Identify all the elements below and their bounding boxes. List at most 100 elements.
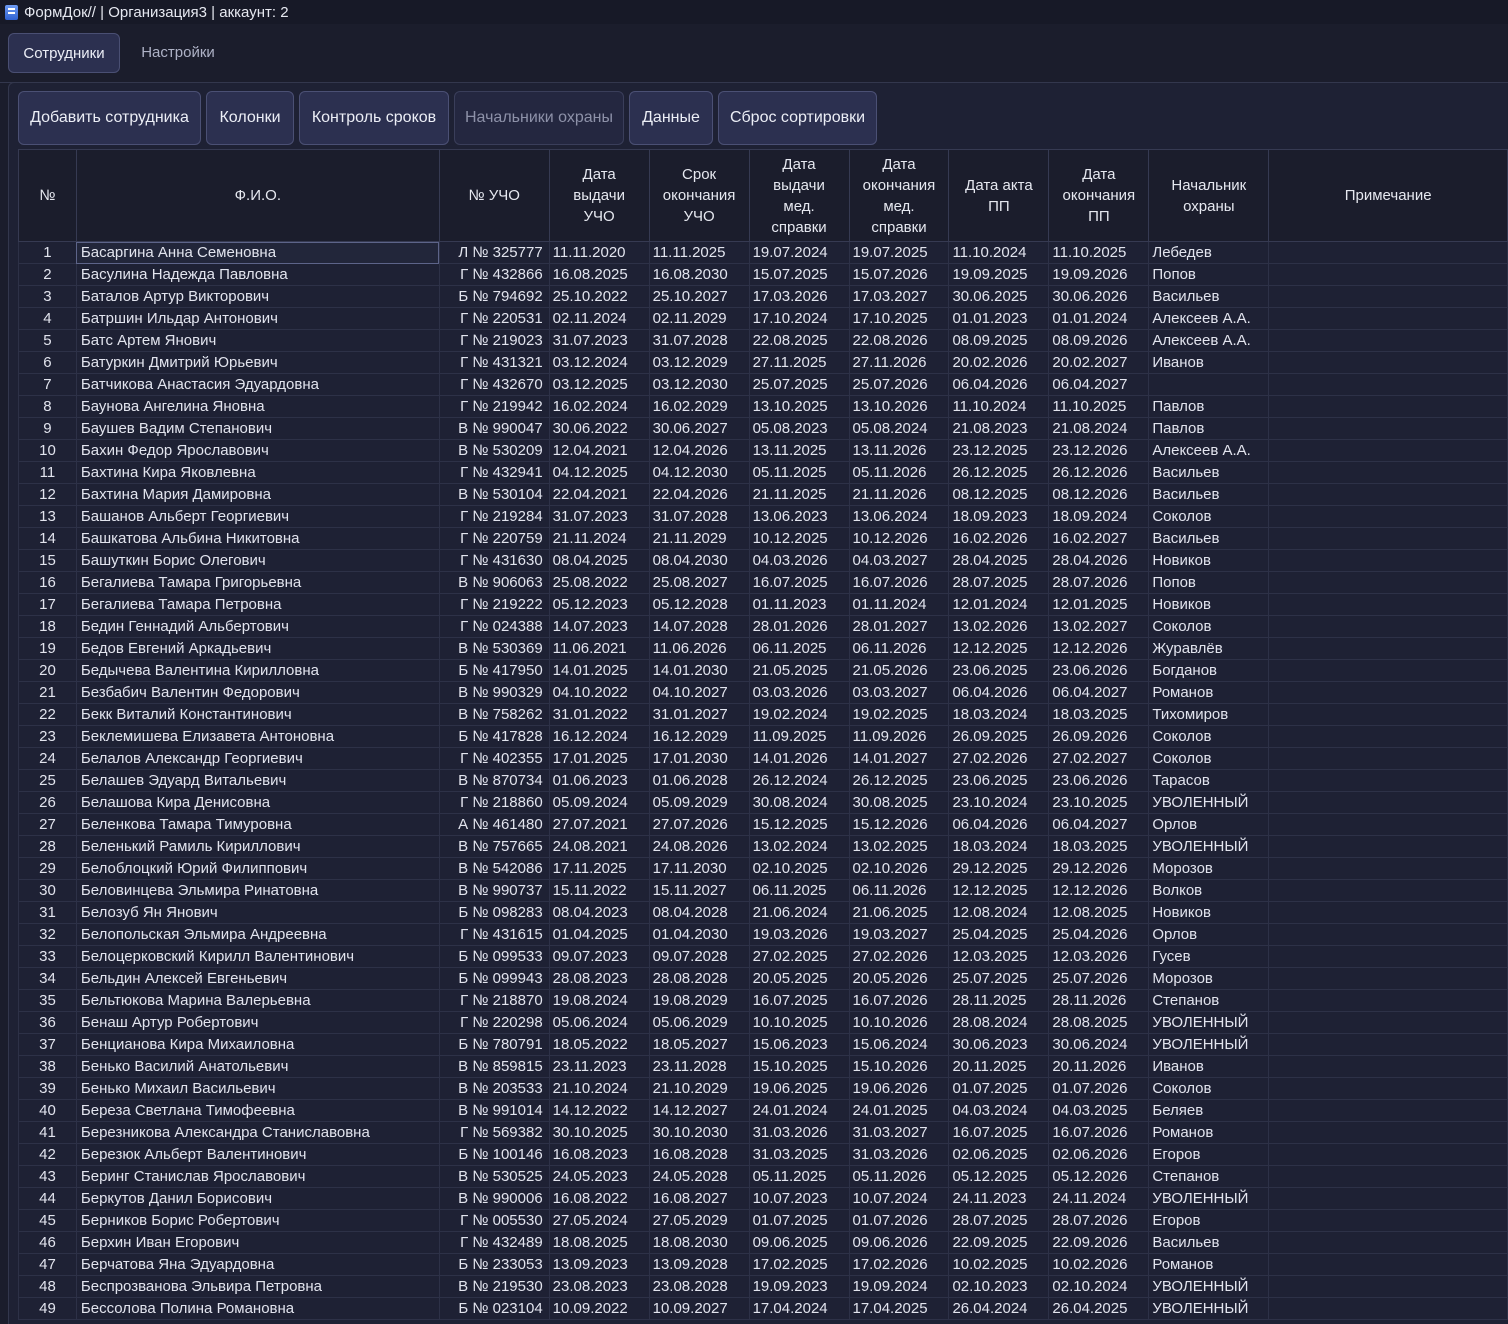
- cell-pp-expiry[interactable]: 13.02.2027: [1048, 615, 1150, 638]
- cell-med-issue-date[interactable]: 15.10.2025: [748, 1055, 850, 1078]
- cell-number[interactable]: 34: [18, 967, 77, 990]
- cell-med-expiry[interactable]: 05.11.2026: [848, 461, 950, 484]
- cell-full-name[interactable]: Бенько Василий Анатольевич: [75, 1055, 440, 1078]
- cell-full-name[interactable]: Бедин Геннадий Альбертович: [75, 615, 440, 638]
- cell-ucho-issue-date[interactable]: 27.05.2024: [548, 1209, 650, 1232]
- cell-security-chief[interactable]: Соколов: [1148, 505, 1270, 528]
- cell-number[interactable]: 22: [18, 703, 77, 726]
- cell-full-name[interactable]: Берхин Иван Егорович: [75, 1231, 440, 1254]
- cell-note[interactable]: [1268, 725, 1508, 748]
- cell-ucho-issue-date[interactable]: 14.07.2023: [548, 615, 650, 638]
- cell-ucho-number[interactable]: Г № 432941: [438, 461, 550, 484]
- cell-number[interactable]: 8: [18, 395, 77, 418]
- cell-ucho-issue-date[interactable]: 17.01.2025: [548, 747, 650, 770]
- cell-ucho-expiry[interactable]: 14.07.2028: [648, 615, 750, 638]
- table-row[interactable]: 22 Бекк Виталий Константинович В № 758262 3…: [18, 703, 1508, 726]
- cell-med-issue-date[interactable]: 17.04.2024: [748, 1297, 850, 1320]
- cell-med-issue-date[interactable]: 16.07.2025: [748, 571, 850, 594]
- cell-note[interactable]: [1268, 1297, 1508, 1320]
- cell-number[interactable]: 9: [18, 417, 77, 440]
- cell-number[interactable]: 46: [18, 1231, 77, 1254]
- cell-ucho-number[interactable]: Б № 099533: [438, 945, 550, 968]
- cell-pp-act-date[interactable]: 26.12.2025: [948, 461, 1050, 484]
- cell-med-expiry[interactable]: 06.11.2026: [848, 637, 950, 660]
- cell-ucho-expiry[interactable]: 10.09.2027: [648, 1297, 750, 1320]
- cell-med-issue-date[interactable]: 11.09.2025: [748, 725, 850, 748]
- cell-pp-expiry[interactable]: 23.06.2026: [1048, 769, 1150, 792]
- cell-security-chief[interactable]: Попов: [1148, 263, 1270, 286]
- cell-note[interactable]: [1268, 813, 1508, 836]
- cell-pp-act-date[interactable]: 18.03.2024: [948, 703, 1050, 726]
- table-row[interactable]: 1 Басаргина Анна Семеновна Л № 325777 11.11…: [18, 241, 1508, 264]
- cell-full-name[interactable]: Беловинцева Эльмира Ринатовна: [75, 879, 440, 902]
- cell-med-issue-date[interactable]: 13.06.2023: [748, 505, 850, 528]
- cell-ucho-issue-date[interactable]: 15.11.2022: [548, 879, 650, 902]
- table-row[interactable]: 37 Бенцианова Кира Михаиловна Б № 780791 18…: [18, 1033, 1508, 1056]
- cell-number[interactable]: 21: [18, 681, 77, 704]
- cell-ucho-issue-date[interactable]: 22.04.2021: [548, 483, 650, 506]
- cell-ucho-expiry[interactable]: 01.06.2028: [648, 769, 750, 792]
- cell-note[interactable]: [1268, 417, 1508, 440]
- cell-number[interactable]: 6: [18, 351, 77, 374]
- cell-pp-expiry[interactable]: 28.04.2026: [1048, 549, 1150, 572]
- cell-pp-expiry[interactable]: 04.03.2025: [1048, 1099, 1150, 1122]
- cell-med-expiry[interactable]: 10.12.2026: [848, 527, 950, 550]
- cell-pp-expiry[interactable]: 02.10.2024: [1048, 1275, 1150, 1298]
- cell-note[interactable]: [1268, 1033, 1508, 1056]
- cell-med-issue-date[interactable]: 24.01.2024: [748, 1099, 850, 1122]
- cell-ucho-number[interactable]: В № 906063: [438, 571, 550, 594]
- cell-pp-expiry[interactable]: 16.07.2026: [1048, 1121, 1150, 1144]
- cell-note[interactable]: [1268, 307, 1508, 330]
- cell-med-expiry[interactable]: 03.03.2027: [848, 681, 950, 704]
- cell-ucho-issue-date[interactable]: 27.07.2021: [548, 813, 650, 836]
- cell-pp-act-date[interactable]: 21.08.2023: [948, 417, 1050, 440]
- cell-ucho-expiry[interactable]: 05.12.2028: [648, 593, 750, 616]
- cell-security-chief[interactable]: Романов: [1148, 1121, 1270, 1144]
- cell-med-expiry[interactable]: 10.07.2024: [848, 1187, 950, 1210]
- cell-pp-act-date[interactable]: 02.06.2025: [948, 1143, 1050, 1166]
- cell-ucho-expiry[interactable]: 05.06.2029: [648, 1011, 750, 1034]
- table-row[interactable]: 20 Бедычева Валентина Кирилловна Б № 41795…: [18, 659, 1508, 682]
- cell-med-issue-date[interactable]: 10.07.2023: [748, 1187, 850, 1210]
- cell-note[interactable]: [1268, 681, 1508, 704]
- cell-number[interactable]: 2: [18, 263, 77, 286]
- cell-ucho-issue-date[interactable]: 08.04.2023: [548, 901, 650, 924]
- cell-ucho-expiry[interactable]: 19.08.2029: [648, 989, 750, 1012]
- cell-med-issue-date[interactable]: 30.08.2024: [748, 791, 850, 814]
- cell-med-issue-date[interactable]: 17.02.2025: [748, 1253, 850, 1276]
- cell-med-issue-date[interactable]: 20.05.2025: [748, 967, 850, 990]
- cell-ucho-issue-date[interactable]: 03.12.2025: [548, 373, 650, 396]
- reset-sort-button[interactable]: Сброс сортировки: [718, 91, 877, 145]
- cell-security-chief[interactable]: Морозов: [1148, 857, 1270, 880]
- cell-ucho-expiry[interactable]: 27.07.2026: [648, 813, 750, 836]
- table-row[interactable]: 36 Бенаш Артур Робертович Г № 220298 05.06.…: [18, 1011, 1508, 1034]
- cell-pp-act-date[interactable]: 26.04.2024: [948, 1297, 1050, 1320]
- cell-med-expiry[interactable]: 05.11.2026: [848, 1165, 950, 1188]
- table-row[interactable]: 41 Березникова Александра Станиславовна Г …: [18, 1121, 1508, 1144]
- cell-full-name[interactable]: Белашев Эдуард Витальевич: [75, 769, 440, 792]
- cell-ucho-number[interactable]: Б № 098283: [438, 901, 550, 924]
- security-chiefs-button[interactable]: Начальники охраны: [454, 91, 624, 145]
- cell-med-issue-date[interactable]: 15.06.2023: [748, 1033, 850, 1056]
- cell-ucho-issue-date[interactable]: 12.04.2021: [548, 439, 650, 462]
- cell-pp-act-date[interactable]: 24.11.2023: [948, 1187, 1050, 1210]
- cell-security-chief[interactable]: Васильев: [1148, 527, 1270, 550]
- cell-med-issue-date[interactable]: 27.11.2025: [748, 351, 850, 374]
- cell-pp-act-date[interactable]: 28.08.2024: [948, 1011, 1050, 1034]
- cell-ucho-issue-date[interactable]: 02.11.2024: [548, 307, 650, 330]
- cell-pp-act-date[interactable]: 16.07.2025: [948, 1121, 1050, 1144]
- cell-pp-expiry[interactable]: 06.04.2027: [1048, 681, 1150, 704]
- cell-pp-act-date[interactable]: 23.06.2025: [948, 659, 1050, 682]
- cell-number[interactable]: 33: [18, 945, 77, 968]
- table-row[interactable]: 10 Бахин Федор Ярославович В № 530209 12.04…: [18, 439, 1508, 462]
- cell-pp-expiry[interactable]: 10.02.2026: [1048, 1253, 1150, 1276]
- cell-med-issue-date[interactable]: 19.09.2023: [748, 1275, 850, 1298]
- cell-number[interactable]: 10: [18, 439, 77, 462]
- cell-ucho-number[interactable]: В № 870734: [438, 769, 550, 792]
- cell-ucho-expiry[interactable]: 16.08.2030: [648, 263, 750, 286]
- cell-med-expiry[interactable]: 01.11.2024: [848, 593, 950, 616]
- table-row[interactable]: 34 Бельдин Алексей Евгеньевич Б № 099943 28…: [18, 967, 1508, 990]
- cell-ucho-issue-date[interactable]: 10.09.2022: [548, 1297, 650, 1320]
- cell-number[interactable]: 49: [18, 1297, 77, 1320]
- header-ucho-expiry[interactable]: Срок окончания УЧО: [648, 149, 750, 242]
